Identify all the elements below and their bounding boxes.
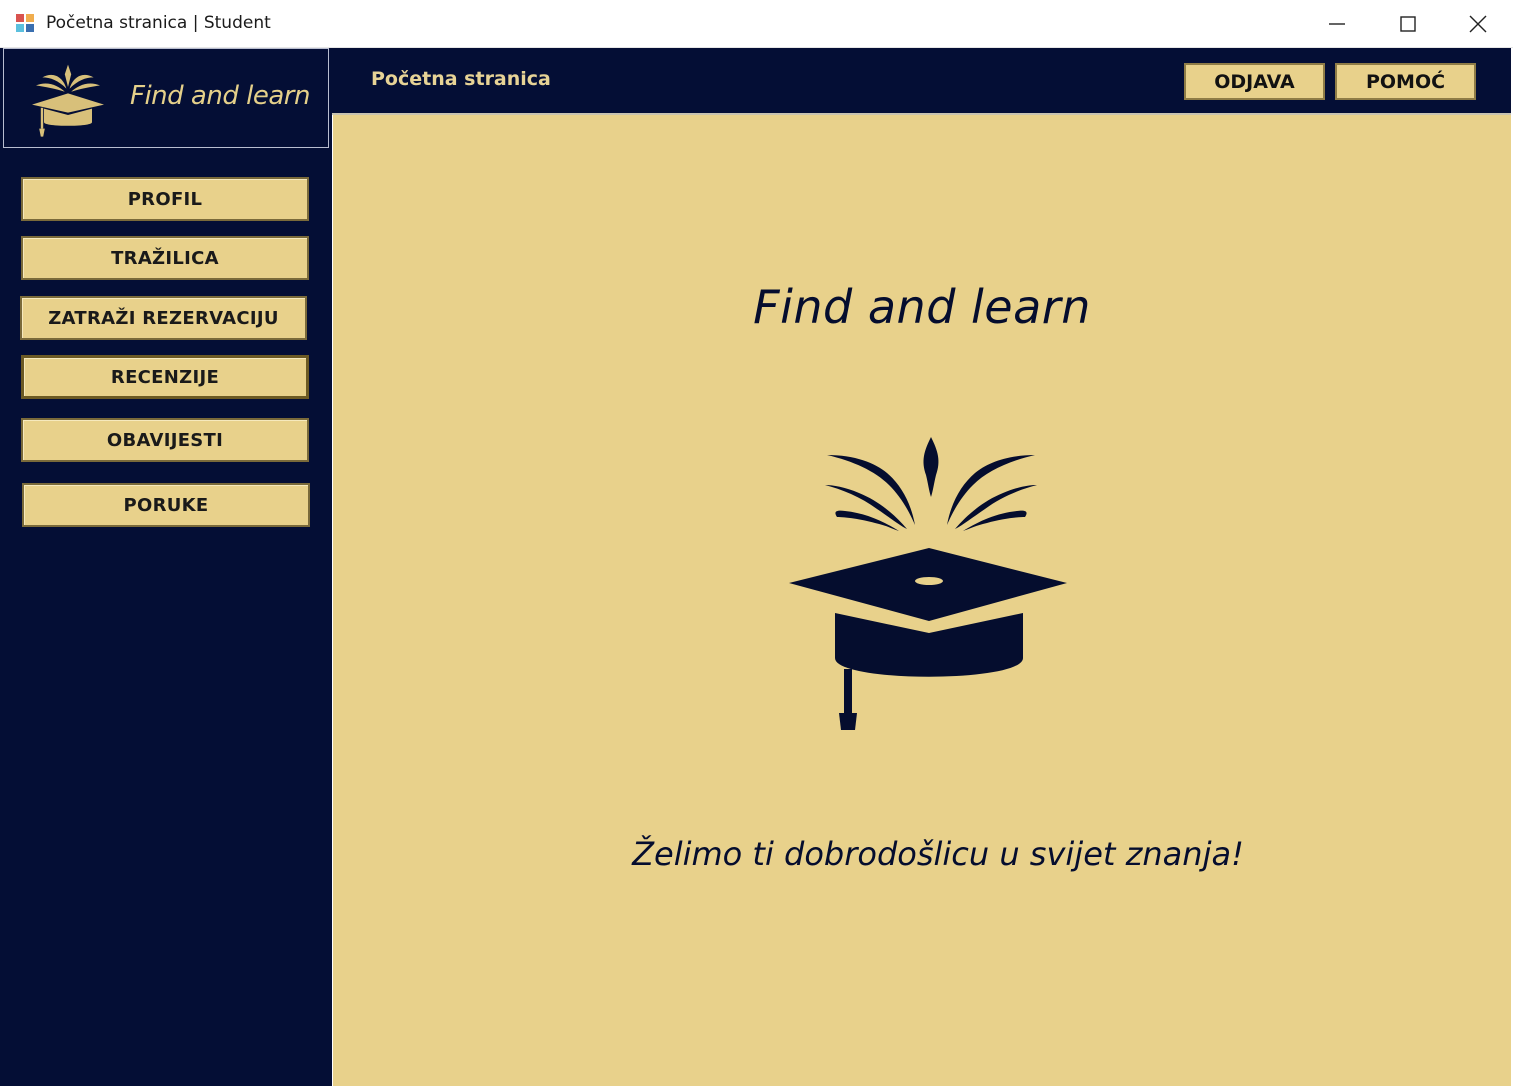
sidebar-item-trazilica[interactable]: TRAŽILICA bbox=[21, 236, 309, 280]
welcome-message: Želimo ti dobrodošlicu u svijet znanja! bbox=[632, 835, 1244, 873]
main-title: Find and learn bbox=[753, 280, 1091, 334]
page-title: Početna stranica bbox=[371, 68, 551, 90]
sidebar-item-obavijesti[interactable]: OBAVIJESTI bbox=[21, 418, 309, 462]
brand-logo: Find and learn bbox=[3, 48, 329, 148]
maximize-icon bbox=[1400, 15, 1416, 32]
sidebar-item-label: PORUKE bbox=[123, 494, 209, 516]
window-titlebar: Početna stranica | Student bbox=[0, 0, 1513, 48]
main-panel: Find and learn Želimo ti dobrodošlicu u … bbox=[333, 115, 1511, 1086]
sidebar-item-poruke[interactable]: PORUKE bbox=[22, 483, 310, 527]
window-title: Početna stranica | Student bbox=[46, 13, 271, 33]
sidebar-item-zatrazi-rezervaciju[interactable]: ZATRAŽI REZERVACIJU bbox=[20, 296, 307, 340]
close-icon bbox=[1469, 15, 1487, 32]
minimize-icon bbox=[1329, 22, 1345, 25]
close-button[interactable] bbox=[1443, 0, 1513, 47]
graduation-cap-icon bbox=[32, 64, 104, 137]
maximize-button[interactable] bbox=[1373, 0, 1443, 47]
sidebar-item-profil[interactable]: PROFIL bbox=[21, 177, 309, 221]
logout-label: ODJAVA bbox=[1214, 70, 1295, 93]
sidebar-item-label: OBAVIJESTI bbox=[106, 429, 224, 451]
app-icon bbox=[16, 14, 34, 32]
sidebar-item-label: PROFIL bbox=[127, 188, 203, 210]
minimize-button[interactable] bbox=[1302, 0, 1372, 47]
graduation-cap-icon bbox=[789, 437, 1067, 730]
help-button[interactable]: POMOĆ bbox=[1335, 63, 1476, 100]
help-label: POMOĆ bbox=[1365, 70, 1446, 93]
brand-name: Find and learn bbox=[130, 81, 310, 111]
sidebar: Find and learn PROFIL TRAŽILICA ZATRAŽI … bbox=[0, 48, 332, 1086]
sidebar-item-label: TRAŽILICA bbox=[111, 247, 219, 269]
logout-button[interactable]: ODJAVA bbox=[1184, 63, 1325, 100]
sidebar-item-label: RECENZIJE bbox=[110, 366, 220, 388]
sidebar-item-recenzije[interactable]: RECENZIJE bbox=[21, 355, 309, 399]
sidebar-item-label: ZATRAŽI REZERVACIJU bbox=[48, 307, 279, 329]
header-bar: Početna stranica ODJAVA POMOĆ bbox=[332, 48, 1513, 115]
